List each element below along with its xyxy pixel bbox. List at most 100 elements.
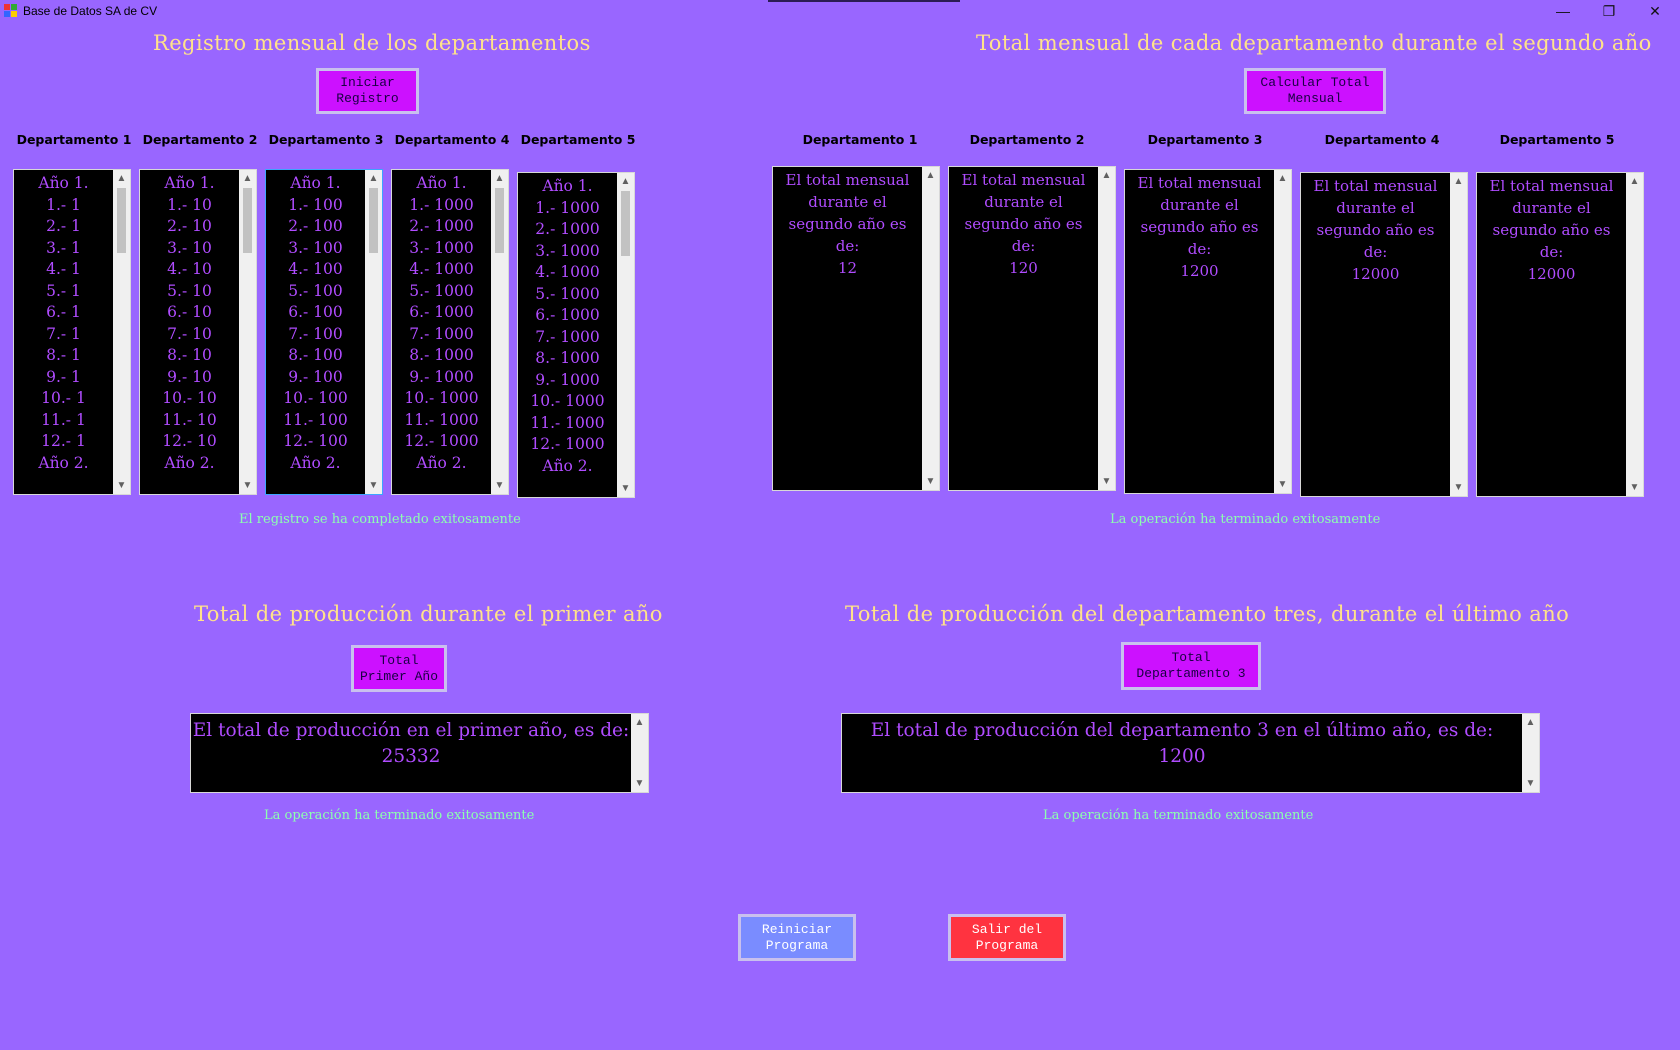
primer-textbox[interactable]: El total de producción en el primer año,… xyxy=(190,713,649,793)
scrollbar[interactable]: ▲ ▼ xyxy=(1450,173,1467,496)
list-item: 11.- 1000 xyxy=(404,410,479,429)
scroll-down-icon[interactable]: ▼ xyxy=(365,477,382,494)
mensual-textbox-1[interactable]: El total mensual durante el segundo año es… xyxy=(772,166,940,491)
window-title: Base de Datos SA de CV xyxy=(23,4,158,18)
minimize-button[interactable]: — xyxy=(1540,0,1586,22)
list-item: Año 1. xyxy=(542,177,593,195)
scroll-up-icon[interactable]: ▲ xyxy=(1522,714,1539,731)
scrollbar[interactable]: ▲ ▼ xyxy=(1626,173,1643,496)
scrollbar[interactable]: ▲ ▼ xyxy=(1522,714,1539,792)
mensual-status: La operación ha terminado exitosamente xyxy=(1110,512,1381,527)
list-item: El total mensual xyxy=(1489,177,1614,195)
scrollbar[interactable]: ▲ ▼ xyxy=(617,173,634,497)
scroll-down-icon[interactable]: ▼ xyxy=(1274,476,1291,493)
list-item: 5.- 1000 xyxy=(409,281,474,300)
list-item: 2.- 100 xyxy=(288,217,343,235)
reiniciar-programa-button[interactable]: Reiniciar Programa xyxy=(738,914,856,961)
registro-listbox-5[interactable]: Año 1. 1.- 1000 2.- 1000 3.- 1000 4.- 1000 5.… xyxy=(517,172,635,498)
scrollbar[interactable]: ▲ ▼ xyxy=(1098,167,1115,490)
scroll-up-icon[interactable]: ▲ xyxy=(1098,167,1115,184)
scrollbar[interactable]: ▲ ▼ xyxy=(113,170,130,494)
calcular-total-mensual-button[interactable]: Calcular Total Mensual xyxy=(1244,68,1386,114)
mensual-textbox-3[interactable]: El total mensual durante el segundo año es… xyxy=(1124,169,1292,494)
scroll-down-icon[interactable]: ▼ xyxy=(922,473,939,490)
list-item: 11.- 100 xyxy=(283,410,348,429)
registro-listbox-1[interactable]: Año 1. 1.- 1 2.- 1 3.- 1 4.- 1 5.- 1 6.- 1 7.- … xyxy=(13,169,131,495)
list-item: 3.- 10 xyxy=(167,238,212,257)
scroll-up-icon[interactable]: ▲ xyxy=(1450,173,1467,190)
iniciar-registro-button[interactable]: Iniciar Registro xyxy=(316,68,419,114)
list-item: 2.- 1000 xyxy=(535,220,600,238)
registro-col-2: Departamento 2 xyxy=(142,132,258,147)
registro-listbox-2[interactable]: Año 1. 1.- 10 2.- 10 3.- 10 4.- 10 5.- 10 6.- … xyxy=(139,169,257,495)
list-item: durante el xyxy=(1336,199,1415,217)
scroll-up-icon[interactable]: ▲ xyxy=(491,170,508,187)
list-item: 7.- 1000 xyxy=(535,327,600,346)
scrollbar[interactable]: ▲ ▼ xyxy=(365,170,382,494)
scroll-thumb[interactable] xyxy=(621,191,630,256)
title-bar-divider xyxy=(768,0,960,2)
list-item: 12.- 1000 xyxy=(530,435,605,453)
mensual-col-2: Departamento 2 xyxy=(969,132,1085,147)
list-item: 2.- 1 xyxy=(46,217,81,235)
scrollbar[interactable]: ▲ ▼ xyxy=(631,714,648,792)
list-item: segundo año es xyxy=(964,215,1083,233)
total-primer-ano-button[interactable]: Total Primer Año xyxy=(351,645,447,692)
scroll-thumb[interactable] xyxy=(495,188,504,253)
registro-listbox-3[interactable]: Año 1. 1.- 100 2.- 100 3.- 100 4.- 100 5.- 10… xyxy=(265,169,383,495)
close-button[interactable]: ✕ xyxy=(1632,0,1678,22)
scrollbar[interactable]: ▲ ▼ xyxy=(1274,170,1291,493)
scroll-down-icon[interactable]: ▼ xyxy=(1450,479,1467,496)
textbox-content: El total mensual durante el segundo año es… xyxy=(773,169,922,279)
registro-listbox-4[interactable]: Año 1. 1.- 1000 2.- 1000 3.- 1000 4.- 1000 5.… xyxy=(391,169,509,495)
scroll-down-icon[interactable]: ▼ xyxy=(113,477,130,494)
list-item: 5.- 10 xyxy=(167,281,212,300)
scroll-down-icon[interactable]: ▼ xyxy=(1626,479,1643,496)
scroll-up-icon[interactable]: ▲ xyxy=(1274,170,1291,187)
salir-programa-button[interactable]: Salir del Programa xyxy=(948,914,1066,961)
total-departamento-3-button[interactable]: Total Departamento 3 xyxy=(1121,642,1261,690)
list-item: 6.- 100 xyxy=(288,303,343,321)
scroll-down-icon[interactable]: ▼ xyxy=(1098,473,1115,490)
scroll-thumb[interactable] xyxy=(243,188,252,253)
scroll-up-icon[interactable]: ▲ xyxy=(1626,173,1643,190)
list-item: 3.- 100 xyxy=(288,238,343,257)
list-item: 12.- 1000 xyxy=(404,432,479,450)
scroll-up-icon[interactable]: ▲ xyxy=(922,167,939,184)
list-item: Año 2. xyxy=(38,453,89,472)
scroll-down-icon[interactable]: ▼ xyxy=(631,775,648,792)
scroll-thumb[interactable] xyxy=(369,188,378,253)
scroll-down-icon[interactable]: ▼ xyxy=(239,477,256,494)
list-item: durante el xyxy=(1512,199,1591,217)
scroll-up-icon[interactable]: ▲ xyxy=(617,173,634,190)
list-item: 1.- 10 xyxy=(167,195,212,214)
list-item: 8.- 1000 xyxy=(535,349,600,367)
scroll-up-icon[interactable]: ▲ xyxy=(365,170,382,187)
scrollbar[interactable]: ▲ ▼ xyxy=(239,170,256,494)
depto3-title: Total de producción del departamento tre… xyxy=(845,602,1570,626)
scroll-down-icon[interactable]: ▼ xyxy=(1522,775,1539,792)
depto3-status: La operación ha terminado exitosamente xyxy=(1043,808,1314,823)
scroll-down-icon[interactable]: ▼ xyxy=(617,480,634,497)
mensual-title: Total mensual de cada departamento duran… xyxy=(976,31,1652,55)
scrollbar[interactable]: ▲ ▼ xyxy=(491,170,508,494)
list-item: Año 2. xyxy=(290,453,341,472)
mensual-textbox-5[interactable]: El total mensual durante el segundo año es… xyxy=(1476,172,1644,497)
depto3-textbox[interactable]: El total de producción del departamento … xyxy=(841,713,1540,793)
mensual-textbox-4[interactable]: El total mensual durante el segundo año es… xyxy=(1300,172,1468,497)
scroll-thumb[interactable] xyxy=(117,188,126,253)
restore-button[interactable]: ❐ xyxy=(1586,0,1632,22)
list-item: segundo año es xyxy=(788,215,907,233)
list-item: 10.- 100 xyxy=(283,389,348,407)
scroll-up-icon[interactable]: ▲ xyxy=(239,170,256,187)
list-item: 10.- 1 xyxy=(41,389,86,407)
scrollbar[interactable]: ▲ ▼ xyxy=(922,167,939,490)
list-item: 1200 xyxy=(1158,746,1206,767)
scroll-up-icon[interactable]: ▲ xyxy=(631,714,648,731)
scroll-down-icon[interactable]: ▼ xyxy=(491,477,508,494)
list-item: 9.- 1000 xyxy=(409,367,474,386)
mensual-textbox-2[interactable]: El total mensual durante el segundo año es… xyxy=(948,166,1116,491)
scroll-up-icon[interactable]: ▲ xyxy=(113,170,130,187)
list-item: 4.- 1 xyxy=(46,260,81,278)
list-item: 8.- 100 xyxy=(288,346,343,364)
